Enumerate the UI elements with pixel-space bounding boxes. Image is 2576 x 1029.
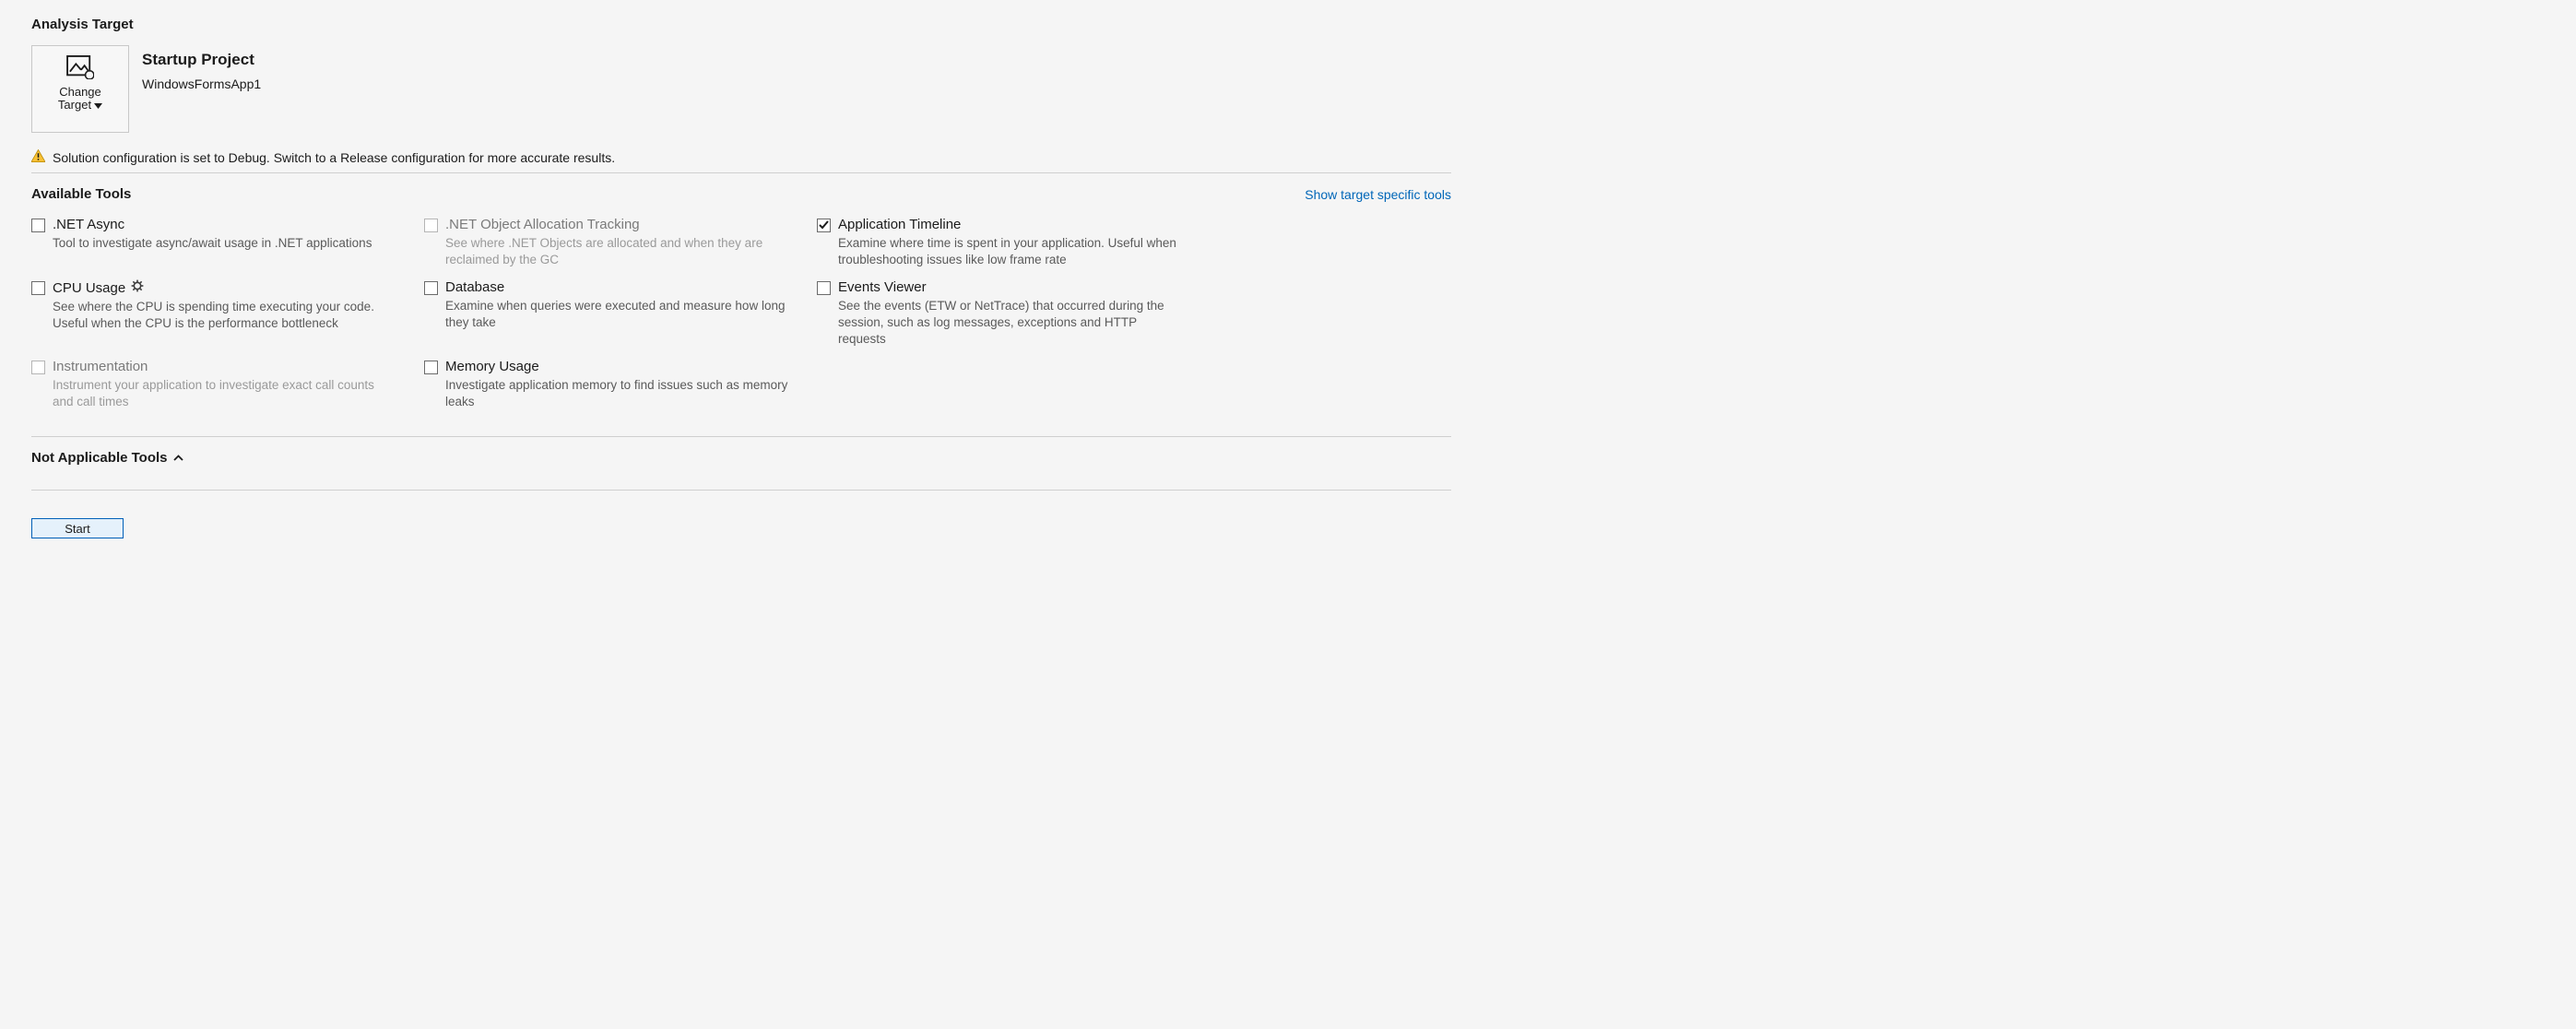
- divider: [31, 490, 1451, 491]
- tool-cpu-usage-desc: See where the CPU is spending time execu…: [53, 299, 396, 332]
- tool-database-title: Database: [445, 279, 504, 295]
- checkbox-memory-usage[interactable]: [424, 361, 438, 374]
- tool-memory-usage-title: Memory Usage: [445, 359, 539, 374]
- tool-database[interactable]: Database Examine when queries were execu…: [424, 279, 817, 348]
- change-target-label-line2: Target: [58, 99, 91, 112]
- divider: [31, 172, 1451, 173]
- tool-cpu-usage[interactable]: CPU Usage See where th: [31, 279, 424, 348]
- tool-events-viewer-title: Events Viewer: [838, 279, 927, 295]
- show-target-specific-tools-link[interactable]: Show target specific tools: [1305, 187, 1451, 202]
- profiler-config-page: Analysis Target Change: [0, 0, 1483, 561]
- tool-application-timeline-desc: Examine where time is spent in your appl…: [838, 235, 1182, 268]
- project-name: WindowsFormsApp1: [142, 77, 261, 91]
- not-applicable-tools-heading: Not Applicable Tools: [31, 450, 168, 466]
- config-warning: Solution configuration is set to Debug. …: [31, 149, 1451, 165]
- caret-down-icon: [94, 99, 102, 112]
- tool-object-allocation-desc: See where .NET Objects are allocated and…: [445, 235, 789, 268]
- checkbox-net-async[interactable]: [31, 219, 45, 232]
- tool-application-timeline-title: Application Timeline: [838, 217, 961, 232]
- project-info: Startup Project WindowsFormsApp1: [142, 45, 261, 91]
- checkbox-events-viewer[interactable]: [817, 281, 831, 295]
- start-button[interactable]: Start: [31, 518, 124, 538]
- chevron-up-icon: [173, 450, 183, 466]
- tool-events-viewer-desc: See the events (ETW or NetTrace) that oc…: [838, 298, 1182, 348]
- config-warning-text: Solution configuration is set to Debug. …: [53, 150, 615, 165]
- tool-events-viewer[interactable]: Events Viewer See the events (ETW or Net…: [817, 279, 1210, 348]
- change-target-label-line1: Change: [59, 85, 101, 99]
- tool-cpu-usage-title: CPU Usage: [53, 280, 125, 296]
- tool-object-allocation: .NET Object Allocation Tracking See wher…: [424, 217, 817, 268]
- tool-net-async-title: .NET Async: [53, 217, 124, 232]
- checkbox-instrumentation: [31, 361, 45, 374]
- checkbox-object-allocation: [424, 219, 438, 232]
- tool-object-allocation-title: .NET Object Allocation Tracking: [445, 217, 640, 232]
- tool-memory-usage-desc: Investigate application memory to find i…: [445, 377, 789, 410]
- checkbox-database[interactable]: [424, 281, 438, 295]
- change-target-button[interactable]: Change Target: [31, 45, 129, 133]
- checkbox-application-timeline[interactable]: [817, 219, 831, 232]
- tool-memory-usage[interactable]: Memory Usage Investigate application mem…: [424, 359, 817, 410]
- tool-database-desc: Examine when queries were executed and m…: [445, 298, 789, 331]
- tool-instrumentation: Instrumentation Instrument your applicat…: [31, 359, 424, 410]
- warning-icon: [31, 149, 45, 165]
- analysis-target-row: Change Target Startup Project WindowsFor…: [31, 45, 1451, 133]
- checkbox-cpu-usage[interactable]: [31, 281, 45, 295]
- available-tools-heading: Available Tools: [31, 186, 131, 202]
- divider: [31, 436, 1451, 437]
- image-gear-icon: [66, 55, 94, 79]
- analysis-target-heading: Analysis Target: [31, 17, 1451, 32]
- tool-instrumentation-desc: Instrument your application to investiga…: [53, 377, 396, 410]
- footer-bar: Start: [31, 518, 1451, 538]
- tool-instrumentation-title: Instrumentation: [53, 359, 148, 374]
- gear-icon[interactable]: [131, 279, 144, 296]
- tool-net-async-desc: Tool to investigate async/await usage in…: [53, 235, 396, 252]
- available-tools-grid: .NET Async Tool to investigate async/awa…: [31, 217, 1451, 410]
- project-title: Startup Project: [142, 51, 261, 69]
- tool-net-async[interactable]: .NET Async Tool to investigate async/awa…: [31, 217, 424, 268]
- tool-application-timeline[interactable]: Application Timeline Examine where time …: [817, 217, 1210, 268]
- not-applicable-tools-toggle[interactable]: Not Applicable Tools: [31, 450, 1451, 466]
